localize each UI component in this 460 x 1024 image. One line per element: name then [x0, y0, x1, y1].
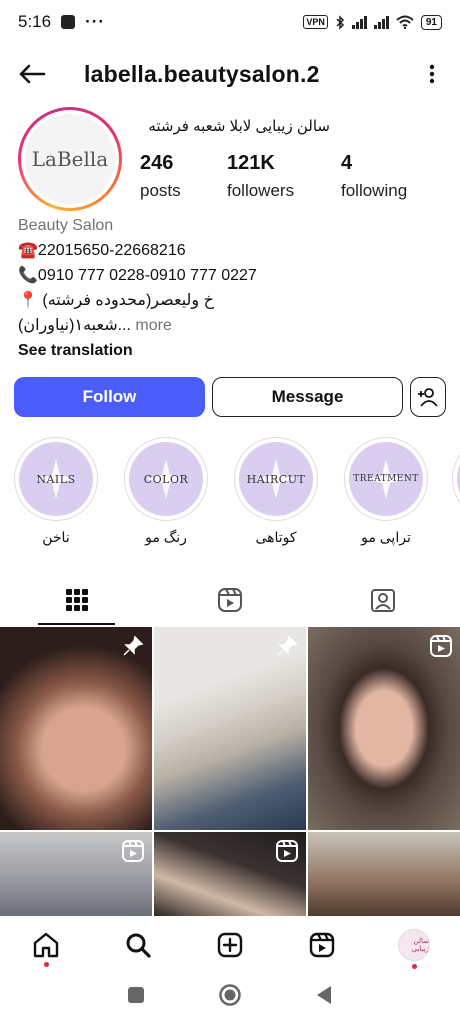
profile-header: labella.beautysalon.2: [0, 52, 460, 96]
signal-icon: [351, 15, 367, 29]
highlight-nails[interactable]: NAILS ناخن: [12, 437, 100, 546]
highlight-label: کوتاهی: [255, 529, 297, 545]
signal-icon-2: [373, 15, 389, 29]
reels-icon: [217, 588, 242, 612]
bio-line-branch: شعبه۱(نیاوران)... more: [18, 317, 172, 334]
highlight-color[interactable]: COLOR رنگ مو: [122, 437, 210, 546]
grid-post[interactable]: [308, 832, 460, 916]
reels-icon: [276, 840, 298, 862]
system-navigation-bar: [0, 975, 460, 1019]
story-highlights: NAILS ناخن COLOR رنگ مو HAIRCUT کوتاهی T…: [12, 437, 460, 557]
bottom-navigation: سالن زیبایی: [0, 917, 460, 973]
profile-avatar[interactable]: LaBella: [18, 107, 122, 211]
plus-square-icon: [217, 932, 243, 958]
avatar: سالن زیبایی: [398, 929, 430, 961]
posts-grid: [0, 627, 460, 917]
pin-icon: [277, 635, 298, 656]
status-time: 5:16: [18, 12, 52, 31]
bio-line-phone: ☎️22015650-22668216: [18, 242, 186, 259]
highlight-label: رنگ مو: [145, 529, 187, 545]
bluetooth-icon: [336, 14, 344, 30]
category-label: Beauty Salon: [18, 217, 114, 234]
grid-post[interactable]: [0, 627, 152, 830]
reels-icon: [430, 635, 452, 657]
status-icons: VPN 91: [303, 14, 442, 30]
wifi-icon: [396, 15, 414, 29]
reels-icon: [122, 840, 144, 862]
vpn-icon: VPN: [303, 15, 328, 29]
battery-icon: 91: [420, 14, 442, 30]
follow-button[interactable]: Follow: [14, 377, 205, 417]
tab-posts[interactable]: [0, 575, 153, 625]
more-notifications-icon: ···: [85, 12, 106, 31]
more-link[interactable]: more: [131, 317, 171, 334]
grid-post[interactable]: [154, 832, 306, 916]
see-translation-link[interactable]: See translation: [18, 338, 438, 363]
square-icon: [127, 986, 144, 1003]
highlight-cover: COLOR: [129, 442, 203, 516]
notification-dot: [411, 964, 417, 969]
more-vertical-icon: [429, 64, 435, 84]
grid-icon: [65, 589, 88, 611]
grid-post[interactable]: [0, 832, 152, 916]
search-icon: [126, 933, 151, 958]
nav-home[interactable]: [0, 931, 92, 967]
triangle-back-icon: [317, 985, 332, 1004]
reels-icon: [309, 932, 335, 958]
highlight-label: ناخن: [42, 529, 70, 545]
following-count[interactable]: 4 following: [341, 152, 407, 201]
profile-actions: Follow Message: [14, 377, 446, 417]
bio-line-address: خ ولیعصر(محدوده فرشته) 📍: [18, 292, 214, 309]
highlight-cover: NAILS: [19, 442, 93, 516]
highlight-treatment[interactable]: TREATMENT تراپی مو: [342, 437, 430, 546]
avatar-logo: LaBella: [25, 114, 115, 204]
recent-apps-button[interactable]: [127, 986, 145, 1009]
highlight-cover: HAIRCUT: [239, 442, 313, 516]
add-user-icon: [418, 388, 438, 407]
followers-count[interactable]: 121K followers: [227, 152, 294, 201]
circle-icon: [219, 983, 241, 1006]
display-name: سالن زیبایی لابلا شعبه فرشته: [148, 118, 330, 135]
posts-count[interactable]: 246 posts: [140, 152, 181, 201]
grid-post[interactable]: [308, 627, 460, 830]
nav-profile[interactable]: سالن زیبایی: [368, 929, 460, 969]
nav-reels[interactable]: [276, 931, 368, 959]
tagged-icon: [371, 589, 396, 612]
nav-search[interactable]: [92, 931, 184, 959]
message-button[interactable]: Message: [212, 377, 403, 417]
bio-line-mobile: 📞0910 777 0228-0910 777 0227: [18, 267, 257, 284]
back-button[interactable]: [18, 59, 48, 89]
home-button[interactable]: [218, 983, 242, 1012]
arrow-left-icon: [19, 64, 46, 84]
nav-create[interactable]: [184, 931, 276, 959]
highlight-label: تراپی مو: [361, 529, 411, 545]
profile-tabs: [0, 575, 460, 625]
back-nav-button[interactable]: [315, 985, 333, 1010]
status-bar: 5:16 ··· VPN 91: [0, 0, 460, 44]
app-notification-icon: [61, 15, 76, 29]
home-icon: [33, 932, 59, 958]
notification-dot: [43, 962, 49, 967]
highlight-partial[interactable]: [452, 437, 460, 521]
grid-post[interactable]: [154, 627, 306, 830]
tab-tagged[interactable]: [307, 575, 460, 625]
profile-bio: Beauty Salon ☎️22015650-22668216 📞0910 7…: [18, 213, 438, 363]
pin-icon: [123, 635, 144, 656]
page-title: labella.beautysalon.2: [84, 60, 320, 87]
suggested-users-button[interactable]: [410, 377, 446, 417]
options-button[interactable]: [422, 59, 442, 89]
tab-reels[interactable]: [153, 575, 306, 625]
highlight-haircut[interactable]: HAIRCUT کوتاهی: [232, 437, 320, 546]
highlight-cover: TREATMENT: [349, 442, 423, 516]
